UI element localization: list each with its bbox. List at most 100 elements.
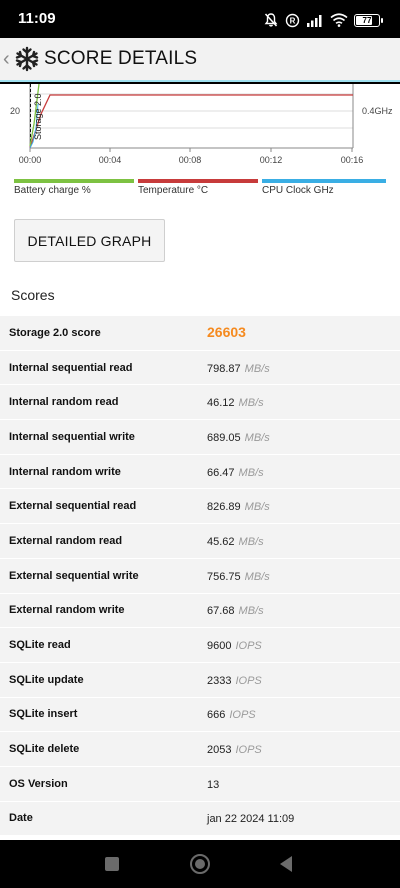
chart-legend: Battery charge % Temperature °C CPU Cloc… <box>14 179 386 197</box>
status-bar: 11:09 R 77 <box>0 0 400 38</box>
score-value-group: 798.87 MB/s <box>207 359 270 377</box>
legend-label: Battery charge % <box>14 185 91 196</box>
app-header: ‹ SCORE DETAILS <box>0 38 400 82</box>
score-value-group: 2333 IOPS <box>207 671 262 689</box>
score-row: External random read 45.62 MB/s <box>0 524 400 559</box>
score-value-group: 9600 IOPS <box>207 636 262 654</box>
home-circle-icon[interactable] <box>189 853 211 875</box>
status-icons: R 77 <box>263 10 383 30</box>
test-marker-label: Storage 2.0 <box>33 93 43 140</box>
score-unit: IOPS <box>235 744 262 757</box>
legend-item-temperature: Temperature °C <box>138 179 258 196</box>
score-label: External sequential read <box>9 500 137 513</box>
x-tick-label: 00:08 <box>179 155 202 165</box>
score-unit: MB/s <box>244 501 270 514</box>
score-value: 66.47 <box>207 466 235 479</box>
score-value: 756.75 <box>207 570 241 583</box>
score-value: 13 <box>207 778 220 791</box>
score-value-group: 66.47 MB/s <box>207 463 264 481</box>
score-row: Internal sequential read 798.87 MB/s <box>0 350 400 386</box>
score-label: SQLite insert <box>9 708 78 721</box>
legend-swatch <box>138 179 258 183</box>
score-value-group: 46.12 MB/s <box>207 393 264 411</box>
mini-chart: 20 0.4GHz Storage 2.0 00:00 00:04 00:08 … <box>10 84 393 165</box>
score-unit: MB/s <box>238 466 264 479</box>
score-value-group: 756.75 MB/s <box>207 567 270 585</box>
score-value-group: 67.68 MB/s <box>207 601 264 619</box>
score-row: OS Version 13 <box>0 766 400 802</box>
score-unit: MB/s <box>238 535 264 548</box>
overall-score-value: 26603 <box>207 323 246 340</box>
svg-text:R: R <box>290 16 296 25</box>
registered-icon: R <box>285 13 300 27</box>
score-value-group: 826.89 MB/s <box>207 497 270 515</box>
wifi-icon <box>330 13 348 27</box>
score-row: External sequential write 756.75 MB/s <box>0 558 400 594</box>
system-nav-bar <box>0 840 400 888</box>
score-label: Storage 2.0 score <box>9 326 101 339</box>
detailed-graph-button[interactable]: DETAILED GRAPH <box>14 219 165 262</box>
score-value-group: 689.05 MB/s <box>207 428 270 446</box>
mute-icon <box>264 13 278 27</box>
score-unit: MB/s <box>244 431 270 444</box>
chevron-left-icon[interactable]: ‹ <box>3 49 13 69</box>
score-row: External sequential read 826.89 MB/s <box>0 489 400 525</box>
snowflake-icon <box>15 46 39 72</box>
score-value: jan 22 2024 11:09 <box>207 813 295 826</box>
battery-level: 77 <box>362 15 372 25</box>
battery-icon: 77 <box>354 13 383 27</box>
score-label: Internal random write <box>9 465 121 478</box>
legend-item-battery: Battery charge % <box>14 179 134 196</box>
signal-icon <box>307 15 322 27</box>
score-unit: IOPS <box>235 674 262 687</box>
score-label: Internal sequential write <box>9 430 135 443</box>
x-tick-label: 00:16 <box>341 155 364 165</box>
legend-item-cpu-clock: CPU Clock GHz <box>262 179 386 196</box>
score-value: 67.68 <box>207 605 235 618</box>
x-tick-label: 00:12 <box>260 155 283 165</box>
score-row: Internal random read 46.12 MB/s <box>0 385 400 421</box>
temperature-line <box>29 94 353 149</box>
score-value: 45.62 <box>207 535 235 548</box>
score-row: SQLite update 2333 IOPS <box>0 662 400 698</box>
score-label: External sequential write <box>9 569 139 582</box>
score-value-group: 45.62 MB/s <box>207 532 264 550</box>
legend-swatch <box>14 179 134 183</box>
y-axis-tick-label: 20 <box>10 106 20 116</box>
score-label: Internal sequential read <box>9 361 133 374</box>
recents-square-icon[interactable] <box>104 856 120 872</box>
score-label: OS Version <box>9 777 68 790</box>
score-row: Date jan 22 2024 11:09 <box>0 801 400 837</box>
score-label: Internal random read <box>9 396 119 409</box>
score-label: Date <box>9 812 33 825</box>
score-unit: IOPS <box>235 640 262 653</box>
score-row: SQLite delete 2053 IOPS <box>0 732 400 767</box>
score-value: 798.87 <box>207 362 241 375</box>
x-tick-label: 00:04 <box>99 155 122 165</box>
score-row: SQLite read 9600 IOPS <box>0 628 400 663</box>
score-row: Storage 2.0 score 26603 <box>0 316 400 351</box>
score-unit: MB/s <box>244 362 270 375</box>
score-row: Internal random write 66.47 MB/s <box>0 454 400 490</box>
legend-label: Temperature °C <box>138 185 209 196</box>
score-label: SQLite update <box>9 673 84 686</box>
score-label: External random write <box>9 604 125 617</box>
score-unit: MB/s <box>238 397 264 410</box>
page-title: SCORE DETAILS <box>44 48 198 69</box>
score-value: 689.05 <box>207 431 241 444</box>
back-triangle-icon[interactable] <box>278 855 294 873</box>
score-unit: MB/s <box>244 570 270 583</box>
score-value: 2333 <box>207 674 232 687</box>
score-label: SQLite delete <box>9 743 80 756</box>
score-row: External random write 67.68 MB/s <box>0 593 400 629</box>
legend-swatch <box>262 179 386 183</box>
score-value-group: 666 IOPS <box>207 705 256 723</box>
score-label: SQLite read <box>9 639 71 652</box>
scores-section-title: Scores <box>11 287 55 303</box>
score-value-group: 13 <box>207 775 219 793</box>
score-label: External random read <box>9 534 123 547</box>
score-value: 666 <box>207 709 226 722</box>
score-row: SQLite insert 666 IOPS <box>0 697 400 733</box>
right-axis-tick-label: 0.4GHz <box>362 106 393 116</box>
score-value: 46.12 <box>207 397 235 410</box>
